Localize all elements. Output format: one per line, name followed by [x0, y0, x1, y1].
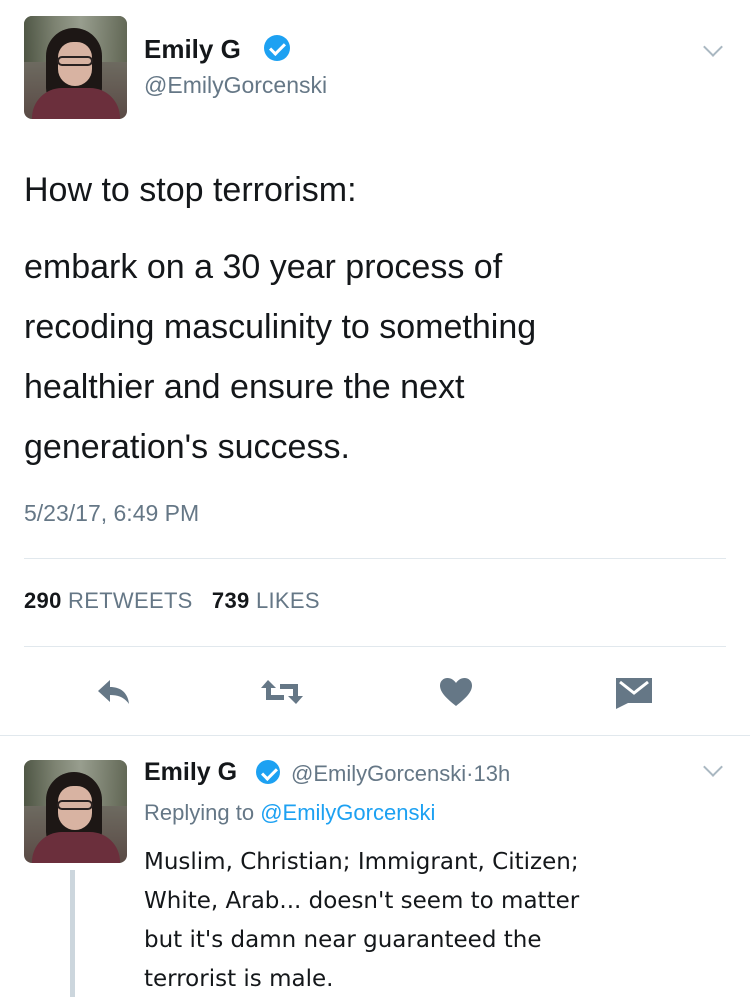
reply-author-name[interactable]: Emily G	[144, 758, 237, 787]
like-label: LIKES	[255, 588, 320, 613]
replying-prefix: Replying to	[144, 800, 255, 825]
reply-body-line: but it's damn near guaranteed the	[144, 927, 542, 953]
reply-body: Muslim, Christian; Immigrant, Citizen; W…	[144, 843, 714, 997]
tweet-body-line: generation's success.	[24, 428, 350, 466]
author-avatar[interactable]	[24, 16, 127, 119]
tweet-body-line: healthier and ensure the next	[24, 368, 465, 406]
author-handle[interactable]: @EmilyGorcenski	[144, 72, 327, 99]
retweet-label: RETWEETS	[68, 588, 193, 613]
chevron-down-icon[interactable]	[703, 37, 723, 57]
divider	[24, 558, 726, 559]
replying-to-link[interactable]: @EmilyGorcenski	[260, 800, 435, 825]
retweet-count: 290	[24, 588, 62, 613]
retweet-count-link[interactable]: 290 RETWEETS	[24, 588, 193, 613]
chevron-down-icon[interactable]	[703, 757, 723, 777]
tweet-stats: 290 RETWEETS 739 LIKES	[24, 588, 320, 614]
verified-badge-icon	[256, 760, 280, 784]
reply-time[interactable]: 13h	[473, 761, 510, 786]
like-count: 739	[211, 588, 250, 613]
verified-badge-icon	[264, 35, 290, 61]
tweet-body-line: embark on a 30 year process of	[24, 248, 503, 286]
tweet-timestamp[interactable]: 5/23/17, 6:49 PM	[24, 500, 199, 527]
reply-body-line: Muslim, Christian; Immigrant, Citizen;	[144, 849, 579, 875]
reply-icon[interactable]	[96, 676, 132, 708]
reply-author-avatar[interactable]	[24, 760, 127, 863]
divider	[0, 735, 750, 736]
reply-body-line: White, Arab... doesn't seem to matter	[144, 888, 580, 914]
tweet-body-line: recoding masculinity to something	[24, 308, 537, 346]
tweet-title-line: How to stop terrorism:	[24, 171, 357, 209]
author-name[interactable]: Emily G	[144, 34, 241, 65]
reply-body-line: terrorist is male.	[144, 966, 334, 992]
reply-author-handle[interactable]: @EmilyGorcenski	[291, 761, 466, 786]
retweet-icon[interactable]	[260, 676, 304, 708]
thread-connector-line	[70, 870, 75, 997]
heart-icon[interactable]	[438, 676, 474, 708]
replying-to: Replying to @EmilyGorcenski	[144, 800, 435, 826]
reply-meta: @EmilyGorcenski·13h	[291, 761, 510, 787]
divider	[24, 646, 726, 647]
envelope-icon[interactable]	[614, 676, 654, 710]
like-count-link[interactable]: 739 LIKES	[212, 588, 320, 613]
